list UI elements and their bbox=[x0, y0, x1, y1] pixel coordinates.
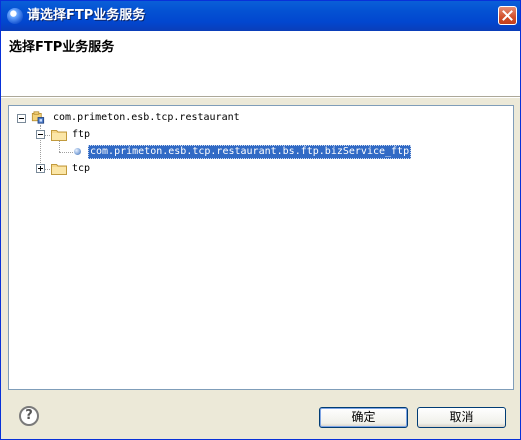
banner-divider-highlight bbox=[1, 97, 520, 98]
expand-tcp-toggle[interactable] bbox=[36, 164, 45, 173]
tree-connector bbox=[59, 140, 61, 152]
dialog-window: 请选择FTP业务服务 选择FTP业务服务 com.primeton.esb.tc… bbox=[0, 0, 521, 440]
collapse-root-toggle[interactable] bbox=[17, 114, 26, 123]
window-title: 请选择FTP业务服务 bbox=[27, 8, 146, 23]
close-button[interactable] bbox=[498, 6, 517, 25]
project-icon bbox=[31, 111, 45, 124]
ok-button[interactable]: 确定 bbox=[319, 407, 408, 428]
service-tree[interactable]: com.primeton.esb.tcp.restaurant ftp com.… bbox=[8, 105, 514, 390]
tree-service-item[interactable]: com.primeton.esb.tcp.restaurant.bs.ftp.b… bbox=[88, 145, 412, 159]
header-banner: 选择FTP业务服务 bbox=[1, 31, 520, 96]
tree-root-label[interactable]: com.primeton.esb.tcp.restaurant bbox=[53, 111, 240, 125]
tree-folder-tcp-label[interactable]: tcp bbox=[72, 162, 90, 176]
banner-heading: 选择FTP业务服务 bbox=[9, 40, 115, 55]
cancel-button[interactable]: 取消 bbox=[417, 407, 506, 428]
help-icon[interactable]: ? bbox=[19, 406, 39, 426]
service-icon bbox=[74, 148, 81, 155]
folder-icon bbox=[51, 164, 67, 175]
collapse-ftp-toggle[interactable] bbox=[36, 130, 45, 139]
title-bar[interactable]: 请选择FTP业务服务 bbox=[1, 1, 520, 31]
close-icon bbox=[502, 10, 513, 21]
tree-connector bbox=[59, 152, 73, 154]
tree-folder-ftp-label[interactable]: ftp bbox=[72, 128, 90, 142]
folder-icon bbox=[51, 130, 67, 141]
app-icon bbox=[7, 8, 23, 24]
